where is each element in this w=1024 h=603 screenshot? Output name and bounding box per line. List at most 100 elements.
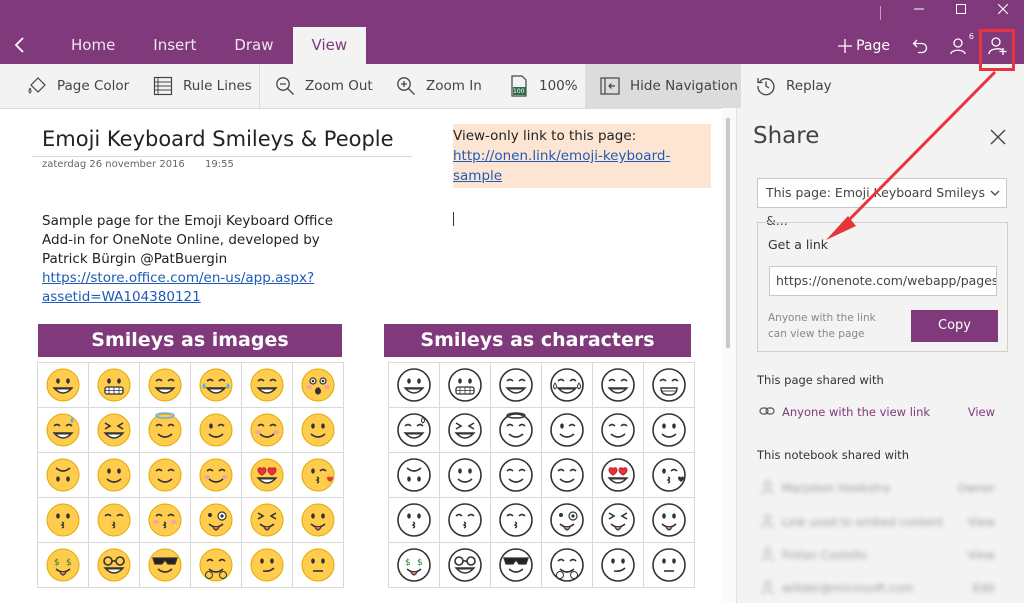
emoji-cell (241, 407, 293, 453)
slight-smile-face-icon (96, 457, 132, 493)
joy-face-icon (198, 367, 234, 403)
laughing-face-icon (96, 412, 132, 448)
upside-down-face-icon (45, 457, 81, 493)
zoom-in-icon (395, 75, 417, 97)
smirk-face-icon (600, 547, 636, 583)
emoji-cell (643, 362, 695, 408)
share-row-person[interactable]: Marjolein Hoekstra Owner (757, 478, 1007, 498)
view-link-role[interactable]: View (968, 405, 995, 419)
emoji-cell (439, 407, 491, 453)
zoom-in-button[interactable]: Zoom In (395, 64, 482, 108)
zoom-100-button[interactable]: 100 100% (508, 64, 578, 108)
replay-button[interactable]: Replay (755, 64, 832, 108)
emoji-cell (139, 362, 191, 408)
people-icon[interactable]: 6 (950, 32, 974, 55)
hide-navigation-button[interactable]: Hide Navigation (585, 64, 741, 108)
window-controls (898, 0, 1024, 24)
emoji-cell (490, 497, 542, 543)
person-icon (761, 480, 774, 495)
kiss-blush-face-icon (147, 502, 183, 538)
relieved-smile-face-icon (498, 457, 534, 493)
hug-face-icon (549, 547, 585, 583)
get-link-box: Get a link https://onenote.com/webapp/pa… (757, 222, 1008, 352)
close-icon[interactable] (990, 126, 1006, 150)
tab-insert[interactable]: Insert (134, 27, 215, 64)
sweat-smile-face-icon (396, 412, 432, 448)
nerd-face-icon (96, 547, 132, 583)
new-page-button[interactable]: Page (838, 34, 890, 58)
emoji-cell (439, 497, 491, 543)
kissing-face-icon (45, 502, 81, 538)
kiss-smile-face-icon (96, 502, 132, 538)
zoom-level-label: 100% (539, 78, 578, 94)
page-color-button[interactable]: Page Color (26, 64, 129, 108)
emoji-cell: $ $ (388, 542, 440, 588)
back-arrow-icon[interactable] (14, 34, 26, 58)
note-page[interactable]: Emoji Keyboard Smileys & People zaterdag… (0, 108, 736, 603)
emoji-cell (139, 497, 191, 543)
emoji-cell (88, 362, 140, 408)
emoji-cell (88, 542, 140, 588)
emoji-cell (541, 497, 593, 543)
emoji-cell (541, 407, 593, 453)
person-role: View (967, 548, 995, 562)
view-only-link[interactable]: http://onen.link/emoji-keyboard-sample (453, 148, 670, 184)
page-title[interactable]: Emoji Keyboard Smileys & People (42, 127, 394, 151)
share-scope-select[interactable]: This page: Emoji Keyboard Smileys &... (757, 178, 1007, 228)
close-window-icon[interactable] (982, 0, 1024, 24)
scrollbar-thumb[interactable] (726, 118, 730, 348)
heart-eyes-face-icon (600, 457, 636, 493)
emoji-cell (241, 542, 293, 588)
undo-icon[interactable] (912, 38, 928, 54)
emoji-cell (241, 362, 293, 408)
emoji-cell (241, 452, 293, 498)
grin-face-icon (45, 367, 81, 403)
svg-text:$: $ (405, 558, 411, 568)
squint-tongue-face-icon (600, 502, 636, 538)
joy-face-icon (549, 367, 585, 403)
page-time: 19:55 (205, 159, 234, 170)
store-link-1[interactable]: https://store.office.com/en-us/app.aspx? (42, 270, 314, 286)
kissing-face-icon (396, 502, 432, 538)
share-title: Share (753, 123, 820, 149)
relieved-face-icon (198, 457, 234, 493)
emoji-cell (643, 452, 695, 498)
maximize-icon[interactable] (940, 0, 982, 24)
emoji-cell (190, 452, 242, 498)
money-face-icon: $ $ (45, 547, 81, 583)
share-row-view-link[interactable]: Anyone with the view link View (757, 402, 1007, 422)
cool-face-icon (498, 547, 534, 583)
emoji-cell (541, 362, 593, 408)
zoom-out-button[interactable]: Zoom Out (274, 64, 373, 108)
tab-home[interactable]: Home (52, 27, 134, 64)
relieved-smile-face-icon (147, 457, 183, 493)
grin-closed-face-icon (600, 367, 636, 403)
emoji-cell (643, 542, 695, 588)
minimize-icon[interactable] (898, 0, 940, 24)
link-note: Anyone with the link can view the page (768, 312, 876, 340)
grimace-face-icon (96, 367, 132, 403)
grimace-face-icon (447, 367, 483, 403)
text-cursor (453, 212, 454, 226)
svg-text:$: $ (54, 558, 60, 568)
copy-button[interactable]: Copy (911, 310, 998, 342)
rule-lines-icon (152, 75, 174, 97)
tab-view[interactable]: View (292, 27, 367, 64)
flat-face-icon (651, 547, 687, 583)
store-link-2[interactable]: assetid=WA104380121 (42, 289, 201, 305)
share-row-person[interactable]: Link used to embed content View (757, 512, 1007, 532)
rule-lines-button[interactable]: Rule Lines (152, 64, 252, 108)
share-row-person[interactable]: Fintan Costello View (757, 545, 1007, 565)
tab-draw[interactable]: Draw (215, 27, 292, 64)
emoji-cell (541, 452, 593, 498)
emoji-cell (292, 452, 344, 498)
link-field[interactable]: https://onenote.com/webapp/pages? (769, 266, 997, 296)
ribbon-separator (259, 64, 260, 108)
person-role: Edit (972, 581, 995, 595)
share-pane: Share This page: Emoji Keyboard Smileys … (736, 108, 1024, 603)
grin-closed-face-icon (249, 367, 285, 403)
wink-face-icon (549, 412, 585, 448)
share-row-person[interactable]: willder@microsoft.com Edit (757, 578, 1007, 598)
emoji-cell (592, 407, 644, 453)
emoji-cell (490, 542, 542, 588)
